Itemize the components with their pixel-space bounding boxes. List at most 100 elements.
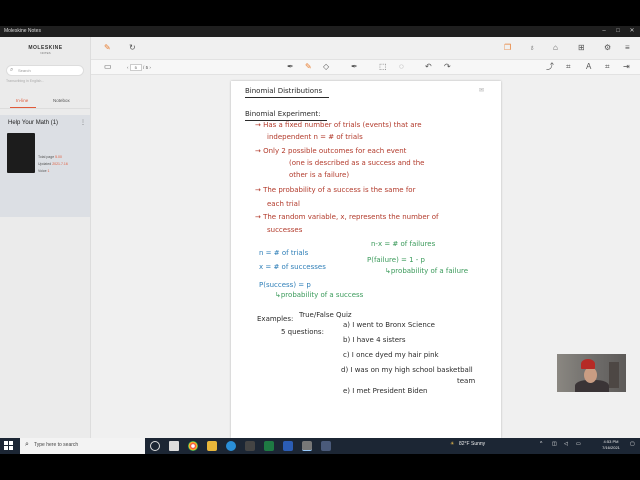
menu-icon[interactable]: ≡ bbox=[625, 44, 630, 52]
marker-icon[interactable]: ✒ bbox=[351, 63, 358, 71]
note-line-green: ↳probability of a success bbox=[275, 291, 364, 299]
taskbar-search-placeholder: Type here to search bbox=[34, 442, 79, 448]
mail-icon[interactable]: ✉ bbox=[479, 87, 484, 94]
top-toolbar: ✎ ↻ ❐ ♁ ⌂ ⊞ ⚙ ≡ bbox=[91, 37, 640, 59]
quiz-question: b) I have 4 sisters bbox=[343, 336, 406, 344]
quiz-label: True/False Quiz bbox=[299, 311, 352, 319]
tab-in-line[interactable]: In-line bbox=[16, 98, 28, 103]
notebook-card[interactable]: Help Your Math (1) ⋮ Total page 5.00 Upd… bbox=[0, 115, 90, 217]
next-page-icon[interactable]: › bbox=[149, 65, 151, 70]
moleskine-app-icon[interactable] bbox=[302, 441, 312, 451]
sidebar-tabs: In-line Notebox bbox=[0, 95, 91, 109]
settings-icon[interactable]: ⚙ bbox=[604, 44, 611, 52]
note-line-blue: P(success) = p bbox=[259, 281, 311, 289]
page-number-input[interactable]: 5 bbox=[129, 64, 142, 71]
note-line-green: ↳probability of a failure bbox=[385, 267, 469, 275]
transcribe-hint: Transcribing in English... bbox=[6, 79, 45, 83]
sidebar: MOLESKINE NOTES ⌕ Search Transcribing in… bbox=[0, 37, 91, 438]
eraser-icon[interactable]: ◇ bbox=[323, 63, 329, 71]
edge-icon[interactable] bbox=[226, 441, 236, 451]
note-heading: Binomial Experiment: bbox=[245, 110, 321, 118]
note-page[interactable]: ✉ Binomial Distributions Binomial Experi… bbox=[231, 81, 501, 438]
note-title: Binomial Distributions bbox=[245, 87, 323, 95]
battery-icon[interactable]: ▭ bbox=[576, 441, 581, 447]
system-clock[interactable]: 4:53 PM 7/16/2021 bbox=[594, 439, 628, 451]
folder-icon[interactable] bbox=[207, 441, 217, 451]
active-tab-indicator bbox=[10, 107, 36, 108]
volume-icon[interactable]: ◁ bbox=[564, 441, 568, 447]
select-icon[interactable]: ⬚ bbox=[379, 63, 387, 71]
questions-label: 5 questions: bbox=[281, 328, 324, 336]
note-line-red: other is a failure) bbox=[289, 171, 350, 179]
search-icon: ⌕ bbox=[25, 441, 29, 448]
note-line-green: P(failure) = 1 - p bbox=[367, 256, 425, 264]
bookmark-icon[interactable]: ⌗ bbox=[605, 63, 610, 71]
examples-label: Examples: bbox=[257, 315, 294, 323]
word-icon[interactable] bbox=[283, 441, 293, 451]
search-placeholder: Search bbox=[18, 68, 31, 73]
copy-icon[interactable]: ❐ bbox=[504, 44, 511, 52]
app-icon[interactable] bbox=[321, 441, 331, 451]
pen-black-icon[interactable]: ✒ bbox=[287, 63, 294, 71]
highlighter-icon[interactable]: ✎ bbox=[305, 63, 312, 71]
webcam-person-face bbox=[584, 367, 597, 383]
webcam-overlay bbox=[557, 354, 626, 392]
letterbox-bottom bbox=[0, 454, 640, 480]
tray-chevron-icon[interactable]: ^ bbox=[540, 441, 542, 447]
page-toolbar: ▭ ‹ 5 / 5 › ✒ ✎ ◇ ✒ ⬚ ◌ ↶ ↷ ⤴ ⌗ A ⌗ ⇥ bbox=[91, 59, 640, 75]
notebook-title: Help Your Math (1) bbox=[8, 120, 59, 126]
undo-icon[interactable]: ↶ bbox=[425, 63, 432, 71]
excel-icon[interactable] bbox=[264, 441, 274, 451]
notebook-cover bbox=[7, 133, 35, 173]
tab-notebox[interactable]: Notebox bbox=[53, 98, 70, 103]
task-view-icon[interactable] bbox=[150, 441, 160, 451]
taskbar-search[interactable]: ⌕ Type here to search bbox=[20, 438, 145, 454]
note-line-red: each trial bbox=[267, 200, 300, 208]
notebook-total-pages: Total page 5.00 bbox=[38, 155, 62, 159]
quiz-question: team bbox=[457, 377, 476, 385]
weather-text[interactable]: 82°F Sunny bbox=[459, 441, 485, 447]
file-explorer-icon[interactable] bbox=[169, 441, 179, 451]
share-icon[interactable]: ⤴ bbox=[546, 63, 554, 71]
notebook-updated: Updated 2021.7.16 bbox=[38, 162, 68, 166]
redo-icon[interactable]: ↷ bbox=[444, 63, 451, 71]
network-icon[interactable]: ◫ bbox=[552, 441, 557, 447]
search-icon: ⌕ bbox=[10, 67, 14, 73]
note-line-red: → Has a fixed number of trials (events) … bbox=[255, 121, 422, 129]
notebook-voice: Voice 1 bbox=[38, 169, 50, 173]
note-line-red: → Only 2 possible outcomes for each even… bbox=[255, 147, 407, 155]
quiz-question: a) I went to Bronx Science bbox=[343, 321, 435, 329]
note-line-red: → The random variable, x, represents the… bbox=[255, 213, 439, 221]
grid-icon[interactable]: ⊞ bbox=[578, 44, 585, 52]
pen-icon[interactable]: ✎ bbox=[104, 44, 111, 52]
windows-start-icon[interactable] bbox=[4, 441, 14, 451]
window-title: Moleskine Notes bbox=[4, 28, 41, 34]
maximize-icon[interactable]: □ bbox=[611, 26, 625, 37]
quiz-question: e) I met President Biden bbox=[343, 387, 428, 395]
tag-icon[interactable]: ⌂ bbox=[553, 44, 558, 52]
lasso-icon[interactable]: ◌ bbox=[399, 63, 404, 71]
page-total: 5 bbox=[145, 65, 149, 70]
chrome-icon[interactable] bbox=[188, 441, 198, 451]
page-view-icon[interactable]: ▭ bbox=[104, 63, 112, 71]
more-options-icon[interactable]: ⋮ bbox=[80, 119, 86, 126]
crop-icon[interactable]: ⌗ bbox=[566, 63, 571, 71]
prev-page-icon[interactable]: ‹ bbox=[127, 65, 129, 70]
app-window: Moleskine Notes – □ ✕ MOLESKINE NOTES ⌕ … bbox=[0, 26, 640, 438]
export-icon[interactable]: ⇥ bbox=[623, 63, 630, 71]
sync-icon[interactable]: ↻ bbox=[129, 44, 136, 52]
minimize-icon[interactable]: – bbox=[597, 26, 611, 37]
close-icon[interactable]: ✕ bbox=[625, 26, 639, 37]
notification-icon[interactable]: ▢ bbox=[630, 441, 635, 447]
lightbulb-icon[interactable]: ♁ bbox=[529, 44, 535, 52]
store-icon[interactable] bbox=[245, 441, 255, 451]
note-line-red: → The probability of a success is the sa… bbox=[255, 186, 416, 194]
webcam-person-hat bbox=[581, 359, 595, 369]
page-navigator: ‹ 5 / 5 › bbox=[127, 64, 151, 71]
note-line-red: successes bbox=[267, 226, 303, 234]
quiz-question: c) I once dyed my hair pink bbox=[343, 351, 439, 359]
note-line-green: n-x = # of failures bbox=[371, 240, 436, 248]
search-input[interactable]: ⌕ Search bbox=[6, 65, 84, 76]
text-icon[interactable]: A bbox=[586, 63, 591, 71]
note-line-red: (one is described as a success and the bbox=[289, 159, 425, 167]
